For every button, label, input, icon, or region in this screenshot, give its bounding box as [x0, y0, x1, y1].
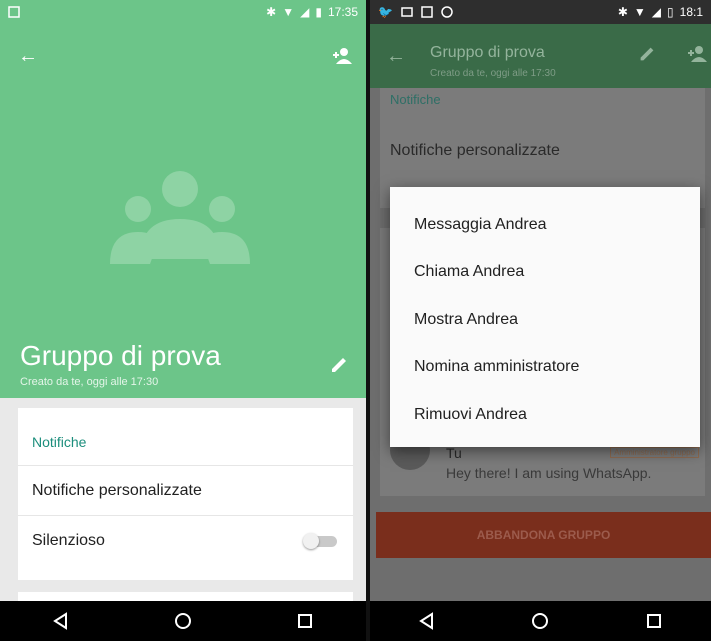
notifications-section-title: Notifiche — [390, 92, 441, 107]
participant-context-menu: Messaggia Andrea Chiama Andrea Mostra An… — [390, 187, 700, 447]
member-name: Tu — [446, 445, 462, 461]
app-bar: ← Gruppo di prova Creato da te, oggi all… — [370, 24, 711, 88]
group-avatar-icon — [110, 171, 250, 264]
group-subtitle: Creato da te, oggi alle 17:30 — [20, 376, 159, 388]
wifi-icon: ▼ — [282, 5, 295, 19]
back-arrow-icon[interactable]: ← — [386, 46, 406, 66]
edit-pencil-icon[interactable] — [328, 354, 350, 376]
twitter-icon: 🐦 — [378, 5, 393, 19]
navigation-bar — [370, 601, 711, 641]
menu-item-view[interactable]: Mostra Andrea — [390, 296, 700, 344]
status-bar: ✱ ▼ ◢ ▮ 17:35 — [0, 0, 366, 24]
battery-icon: ▮ — [315, 5, 322, 19]
mute-row[interactable]: Silenzioso — [18, 516, 353, 566]
bluetooth-icon: ✱ — [266, 5, 277, 19]
notification-icon — [421, 6, 433, 18]
notification-icon — [441, 6, 453, 18]
status-bar: 🐦 ✱ ▼ ◢ ▯ 18:1 — [370, 0, 711, 24]
home-nav-icon[interactable] — [528, 609, 552, 633]
recents-nav-icon[interactable] — [642, 609, 666, 633]
admin-badge: Amministratore gruppo — [610, 447, 699, 458]
status-time: 17:35 — [327, 5, 358, 19]
edit-pencil-icon[interactable] — [637, 44, 657, 68]
menu-item-remove[interactable]: Rimuovi Andrea — [390, 391, 700, 439]
signal-icon: ◢ — [651, 5, 662, 19]
notifications-card: Notifiche Notifiche personalizzate Silen… — [18, 408, 353, 580]
notification-icon — [401, 6, 413, 18]
back-nav-icon[interactable] — [49, 609, 73, 633]
back-arrow-icon[interactable]: ← — [18, 46, 38, 66]
menu-item-call[interactable]: Chiama Andrea — [390, 249, 700, 297]
mute-label: Silenzioso — [32, 532, 105, 549]
bluetooth-icon: ✱ — [617, 5, 628, 19]
navigation-bar — [0, 601, 366, 641]
mute-toggle[interactable] — [303, 533, 339, 549]
battery-icon: ▯ — [667, 5, 674, 19]
notifications-section-title: Notifiche — [18, 408, 353, 466]
add-participant-icon[interactable] — [332, 46, 352, 70]
signal-icon: ◢ — [300, 5, 310, 19]
add-participant-icon[interactable] — [687, 44, 707, 68]
app-bar-subtitle: Creato da te, oggi alle 17:30 — [430, 68, 556, 79]
wifi-icon: ▼ — [633, 5, 646, 19]
menu-item-message[interactable]: Messaggia Andrea — [390, 201, 700, 249]
app-bar-title: Gruppo di prova — [430, 44, 545, 61]
group-info-menu-screen: 🐦 ✱ ▼ ◢ ▯ 18:1 ← Gruppo di prova Creato … — [370, 0, 711, 641]
custom-notifications-item: Notifiche personalizzate — [390, 142, 560, 159]
member-status: Hey there! I am using WhatsApp. — [446, 465, 652, 481]
group-header: ← Gruppo di prova Creato da te, oggi all… — [0, 24, 366, 398]
menu-item-make-admin[interactable]: Nomina amministratore — [390, 344, 700, 392]
leave-group-button[interactable]: ABBANDONA GRUPPO — [376, 512, 711, 558]
notification-icon — [8, 6, 20, 18]
custom-notifications-item[interactable]: Notifiche personalizzate — [18, 466, 353, 516]
toggle-thumb — [303, 533, 319, 549]
group-title: Gruppo di prova — [20, 340, 221, 371]
status-time: 18:1 — [679, 5, 703, 19]
back-nav-icon[interactable] — [415, 609, 439, 633]
home-nav-icon[interactable] — [171, 609, 195, 633]
recents-nav-icon[interactable] — [293, 609, 317, 633]
group-info-screen: ✱ ▼ ◢ ▮ 17:35 ← Gruppo di prova Creato d… — [0, 0, 366, 641]
